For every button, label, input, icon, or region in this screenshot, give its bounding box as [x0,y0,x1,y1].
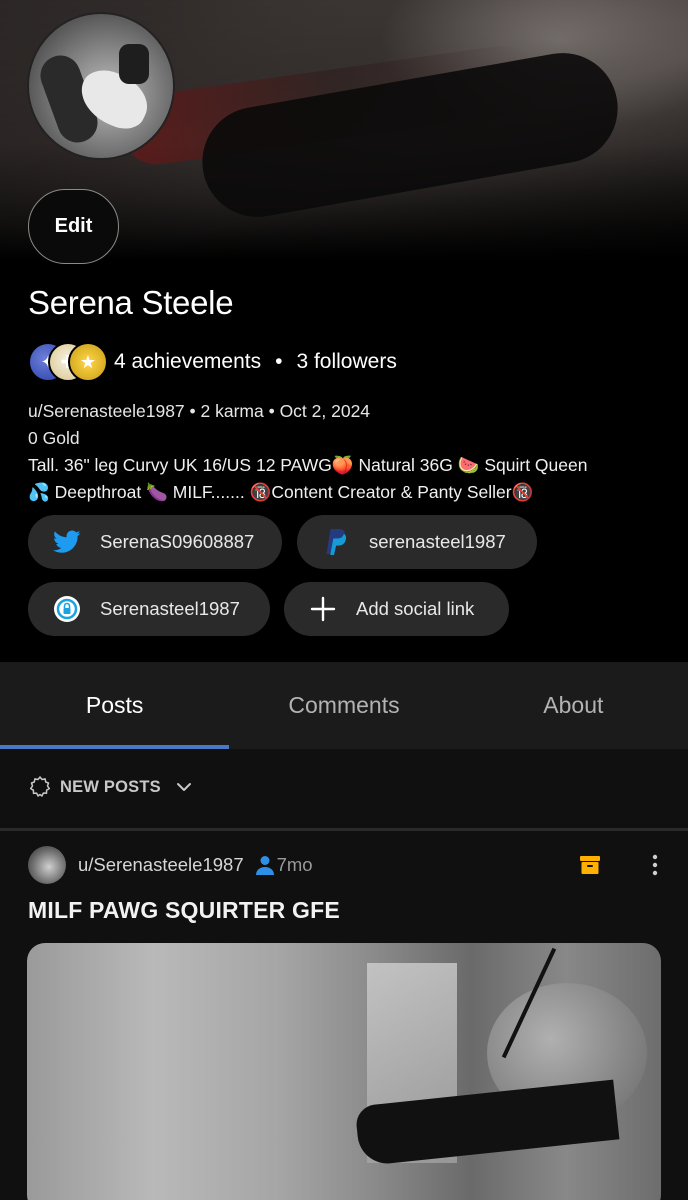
gold-count: 0 Gold [28,428,80,448]
display-name: Serena Steele [28,284,234,321]
add-social-link-button[interactable]: Add social link [284,582,509,636]
username-karma-date: u/Serenasteele1987 • 2 karma • Oct 2, 20… [28,401,371,421]
social-link-label: SerenaS09608887 [100,531,255,552]
post-header: u/Serenasteele1987 7mo [28,845,313,885]
social-link-twitter[interactable]: SerenaS09608887 [28,515,282,569]
social-link-label: Add social link [356,598,475,619]
new-posts-icon [29,776,51,797]
tab-posts[interactable]: Posts [0,662,230,749]
post-author-username[interactable]: u/Serenasteele1987 [78,854,244,876]
achievement-badge-icon: ★ [68,342,108,382]
twitter-icon [52,527,82,557]
divider [0,828,688,831]
archive-icon[interactable] [578,853,602,877]
profile-header: Edit Serena Steele ✦ ✚ ★ 4 achievements … [0,0,688,662]
post-image[interactable] [27,943,661,1200]
edit-profile-button[interactable]: Edit [28,189,119,264]
plus-icon [308,594,338,624]
post-timestamp: 7mo [276,854,313,875]
followers-count[interactable]: 3 followers [296,350,396,374]
bio-line: Tall. 36" leg Curvy UK 16/US 12 PAWG🍑 Na… [28,455,588,475]
achievements-count[interactable]: 4 achievements [114,350,261,374]
social-link-paypal[interactable]: serenasteel1987 [297,515,537,569]
separator-dot: • [275,350,283,373]
profile-tabs: Posts Comments About [0,662,688,749]
profile-bio: Tall. 36" leg Curvy UK 16/US 12 PAWG🍑 Na… [28,452,668,506]
user-profile-icon [255,856,274,875]
post-title[interactable]: MILF PAWG SQUIRTER GFE [28,897,340,924]
social-link-onlyfans[interactable]: Serenasteel1987 [28,582,270,636]
post-author-avatar[interactable] [28,846,66,884]
profile-meta: u/Serenasteele1987 • 2 karma • Oct 2, 20… [28,398,370,452]
sort-dropdown[interactable]: NEW POSTS [28,775,193,799]
posts-feed: NEW POSTS u/Serenasteele1987 7mo MILF PA… [0,749,688,1200]
social-link-label: serenasteel1987 [369,531,506,552]
tab-comments[interactable]: Comments [229,662,458,749]
sort-label: NEW POSTS [60,777,161,796]
achievements-row[interactable]: ✦ ✚ ★ 4 achievements • 3 followers [28,340,397,384]
paypal-icon [321,527,351,557]
achievement-badges[interactable]: ✦ ✚ ★ [28,340,108,384]
tab-about[interactable]: About [459,662,688,749]
chevron-down-icon [176,783,191,791]
more-options-icon[interactable] [645,853,665,877]
social-link-label: Serenasteel1987 [100,598,240,619]
profile-avatar[interactable] [27,12,175,160]
bio-line: 💦 Deepthroat 🍆 MILF....... 🔞Content Crea… [28,482,534,502]
onlyfans-icon [52,594,82,624]
